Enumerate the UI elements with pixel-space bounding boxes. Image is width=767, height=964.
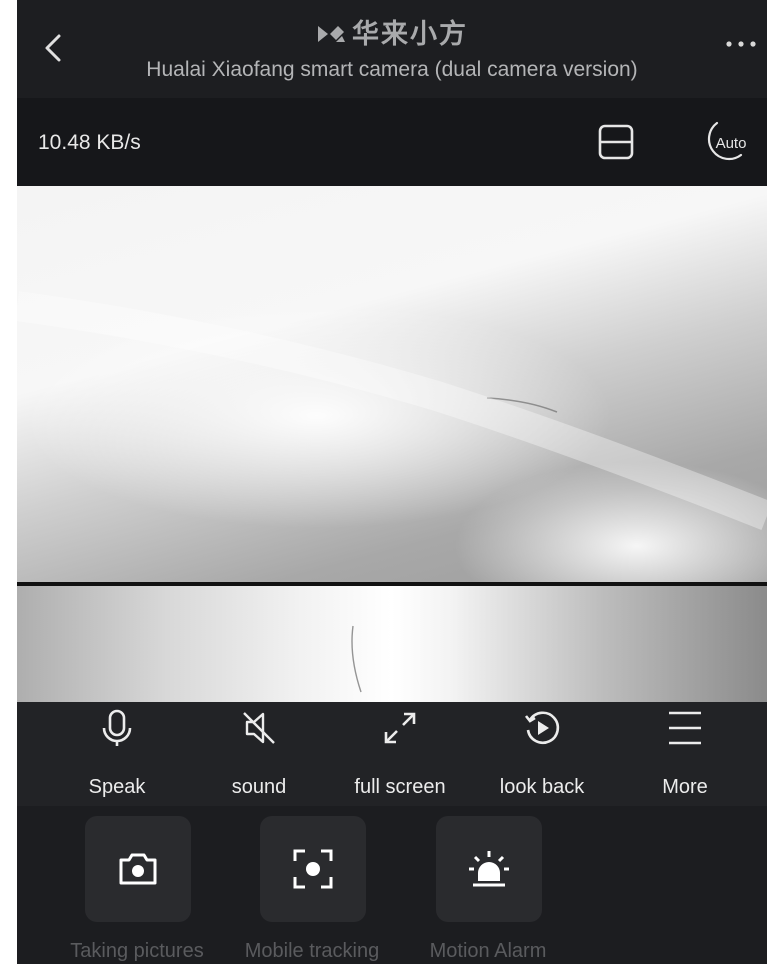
night-mode-label: Auto: [716, 135, 747, 152]
data-rate-label: 10.48 KB/s: [38, 131, 141, 154]
moon-icon: Auto: [707, 121, 747, 161]
microphone-icon: [102, 709, 132, 746]
feature-tile[interactable]: [85, 816, 191, 922]
brand-logo: 华来小方: [17, 12, 767, 51]
camera-icon: [119, 853, 157, 885]
more-label: More: [662, 776, 708, 798]
mobile-tracking-feature[interactable]: Mobile tracking: [222, 816, 402, 964]
brand-name: 华来小方: [352, 19, 468, 50]
feature-panel: Taking pictures Mobile tracking Motion A…: [17, 806, 767, 964]
feature-tile[interactable]: [436, 816, 542, 922]
feature-label: Taking pictures: [70, 940, 204, 962]
speaker-muted-icon: [243, 712, 275, 744]
more-button[interactable]: More: [615, 702, 755, 806]
feed-cable-mark: [351, 625, 362, 693]
control-bar: Speak sound full screen look back More: [17, 702, 767, 806]
header-bar: 华来小方 Hualai Xiaofang smart camera (dual …: [17, 0, 767, 98]
split-view-icon[interactable]: [597, 123, 635, 161]
expand-icon: [384, 712, 416, 744]
more-options-icon[interactable]: [723, 34, 759, 54]
menu-icon: [669, 711, 701, 745]
sound-label: sound: [231, 776, 287, 798]
fullscreen-label: full screen: [354, 776, 446, 798]
night-mode-toggle[interactable]: Auto: [695, 117, 751, 167]
brand-mark-icon: [318, 26, 345, 42]
feature-label: Motion Alarm: [429, 940, 547, 962]
playback-icon: [524, 711, 560, 745]
alarm-siren-icon: [469, 851, 509, 887]
feature-tile[interactable]: [260, 816, 366, 922]
camera-feed-secondary[interactable]: [17, 586, 767, 702]
look-back-button[interactable]: look back: [472, 702, 612, 806]
sound-button[interactable]: sound: [189, 702, 329, 806]
fullscreen-button[interactable]: full screen: [330, 702, 470, 806]
motion-alarm-feature[interactable]: Motion Alarm: [398, 816, 578, 964]
speak-label: Speak: [88, 776, 146, 798]
camera-app: 华来小方 Hualai Xiaofang smart camera (dual …: [17, 0, 767, 964]
feature-label: Mobile tracking: [244, 940, 380, 962]
take-picture-feature[interactable]: Taking pictures: [47, 816, 227, 964]
look-back-label: look back: [499, 776, 585, 798]
speak-button[interactable]: Speak: [47, 702, 187, 806]
stream-toolbar: 10.48 KB/s Auto: [17, 98, 767, 186]
tracking-icon: [293, 849, 333, 889]
device-title: Hualai Xiaofang smart camera (dual camer…: [146, 58, 638, 81]
camera-feed-primary[interactable]: [17, 186, 767, 582]
feed-scratch-mark: [17, 291, 767, 530]
